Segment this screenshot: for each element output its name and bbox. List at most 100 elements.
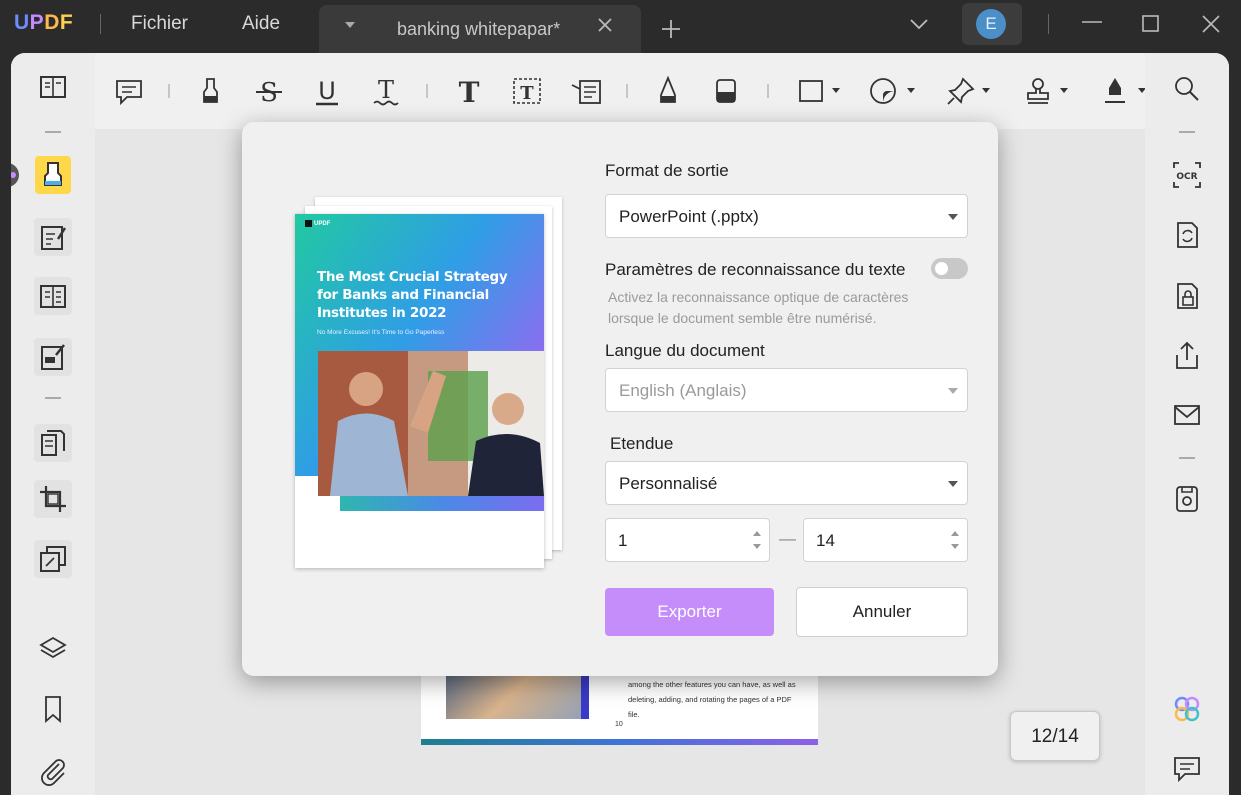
fill-sign-icon[interactable]: [37, 341, 69, 373]
share-icon[interactable]: [1171, 340, 1203, 372]
stamp-icon[interactable]: [1022, 75, 1054, 107]
cover-photo: [318, 351, 544, 496]
range-to-stepper[interactable]: 14: [803, 518, 968, 562]
squiggly-underline-icon[interactable]: T: [370, 75, 402, 107]
page-text-line: among the other features you can have, a…: [628, 680, 796, 689]
ocr-icon[interactable]: OCR: [1171, 159, 1203, 191]
cancel-button[interactable]: Annuler: [796, 587, 968, 637]
chevron-down-icon[interactable]: [908, 15, 930, 33]
title-separator: [100, 14, 101, 34]
right-sidebar: OCR: [1145, 53, 1229, 795]
page-photo: [446, 675, 589, 719]
maximize-icon[interactable]: [1139, 12, 1163, 36]
underline-icon[interactable]: U: [311, 75, 343, 107]
sticker-icon[interactable]: [867, 75, 899, 107]
range-from-stepper[interactable]: 1: [605, 518, 770, 562]
user-avatar[interactable]: E: [962, 3, 1022, 45]
comment-mode-icon[interactable]: [37, 159, 69, 191]
toggle-knob: [935, 262, 948, 275]
minimize-icon[interactable]: [1080, 12, 1104, 36]
organize-pages-icon[interactable]: [37, 427, 69, 459]
protect-icon[interactable]: [1171, 280, 1203, 312]
rail-separator: [45, 131, 61, 133]
svg-text:OCR: OCR: [1176, 172, 1197, 182]
document-language-value: English (Anglais): [619, 381, 747, 400]
document-language-select[interactable]: English (Anglais): [605, 368, 968, 412]
output-format-select[interactable]: PowerPoint (.pptx): [605, 194, 968, 238]
chevron-down-icon: [948, 214, 958, 220]
pencil-icon[interactable]: [652, 75, 684, 107]
stepper-up-icon[interactable]: [753, 531, 761, 536]
page-counter[interactable]: 12/14: [1010, 711, 1100, 761]
indicator-dot: [11, 172, 16, 178]
chevron-down-icon[interactable]: [982, 88, 990, 93]
avatar-initial: E: [976, 9, 1006, 39]
cover-title: The Most Crucial Strategy for Banks and …: [317, 269, 508, 321]
rail-separator: [1179, 131, 1195, 133]
ocr-settings-label: Paramètres de reconnaissance du texte: [605, 260, 906, 279]
toolbar-separator: [426, 84, 428, 98]
strikethrough-icon[interactable]: S: [253, 75, 285, 107]
chevron-down-icon[interactable]: [832, 88, 840, 93]
range-label: Etendue: [610, 434, 674, 453]
new-tab-icon[interactable]: [660, 18, 682, 40]
tab-title: banking whitepapar*: [397, 19, 561, 39]
rail-separator: [45, 397, 61, 399]
attachment-icon[interactable]: [37, 754, 69, 786]
stepper-down-icon[interactable]: [753, 544, 761, 549]
title-separator: [1048, 14, 1049, 34]
watermark-icon[interactable]: [37, 543, 69, 575]
menu-fichier[interactable]: Fichier: [131, 13, 188, 35]
page-accent-bar: [581, 675, 589, 719]
page-text-line: file.: [628, 710, 640, 719]
edit-pdf-icon[interactable]: [37, 221, 69, 253]
rectangle-shape-icon[interactable]: [795, 75, 827, 107]
svg-text:T: T: [378, 76, 394, 104]
save-icon[interactable]: [1171, 483, 1203, 515]
pin-icon[interactable]: [945, 75, 977, 107]
text-box-icon[interactable]: T: [511, 75, 543, 107]
chevron-down-icon[interactable]: [1060, 88, 1068, 93]
range-select[interactable]: Personnalisé: [605, 461, 968, 505]
chevron-down-icon: [948, 481, 958, 487]
annotation-toolbar: S U T T T: [95, 53, 1146, 129]
search-icon[interactable]: [1171, 73, 1203, 105]
document-tab[interactable]: banking whitepapar*: [319, 5, 641, 53]
app-logo: UPDF: [14, 11, 74, 34]
close-tab-icon[interactable]: [595, 15, 615, 35]
convert-icon[interactable]: [1171, 219, 1203, 251]
range-value: Personnalisé: [619, 474, 718, 493]
ocr-toggle[interactable]: [931, 258, 968, 279]
export-button[interactable]: Exporter: [605, 588, 774, 636]
chevron-down-icon: [948, 388, 958, 394]
toolbar-separator: [767, 84, 769, 98]
text-icon[interactable]: T: [453, 75, 485, 107]
svg-text:T: T: [459, 76, 480, 107]
cover-logo: UPDF: [305, 220, 330, 227]
export-dialog: UPDF The Most Crucial Strategy for Banks…: [242, 122, 998, 676]
output-format-label: Format de sortie: [605, 161, 729, 180]
close-window-icon[interactable]: [1199, 12, 1223, 36]
stepper-up-icon[interactable]: [951, 531, 959, 536]
document-preview: UPDF The Most Crucial Strategy for Banks…: [295, 214, 544, 568]
email-icon[interactable]: [1171, 399, 1203, 431]
page-text-line: deleting, adding, and rotating the pages…: [628, 695, 792, 704]
chevron-down-icon[interactable]: [907, 88, 915, 93]
bookmark-icon[interactable]: [37, 693, 69, 725]
reader-icon[interactable]: [37, 72, 69, 104]
menu-aide[interactable]: Aide: [242, 13, 280, 35]
eraser-icon[interactable]: [710, 75, 742, 107]
highlight-icon[interactable]: [195, 75, 227, 107]
text-callout-icon[interactable]: [570, 75, 602, 107]
layers-icon[interactable]: [37, 633, 69, 665]
cover-subtitle: No More Excuses! It's Time to Go Paperle…: [317, 329, 445, 336]
form-icon[interactable]: [37, 280, 69, 312]
comment-icon[interactable]: [113, 75, 145, 107]
stepper-down-icon[interactable]: [951, 544, 959, 549]
page-footer-gradient: [421, 739, 818, 745]
signature-icon[interactable]: [1099, 75, 1131, 107]
comments-panel-icon[interactable]: [1171, 752, 1203, 784]
ai-assistant-icon[interactable]: [1171, 693, 1203, 725]
tab-dropdown-icon[interactable]: [345, 22, 355, 28]
crop-icon[interactable]: [37, 483, 69, 515]
